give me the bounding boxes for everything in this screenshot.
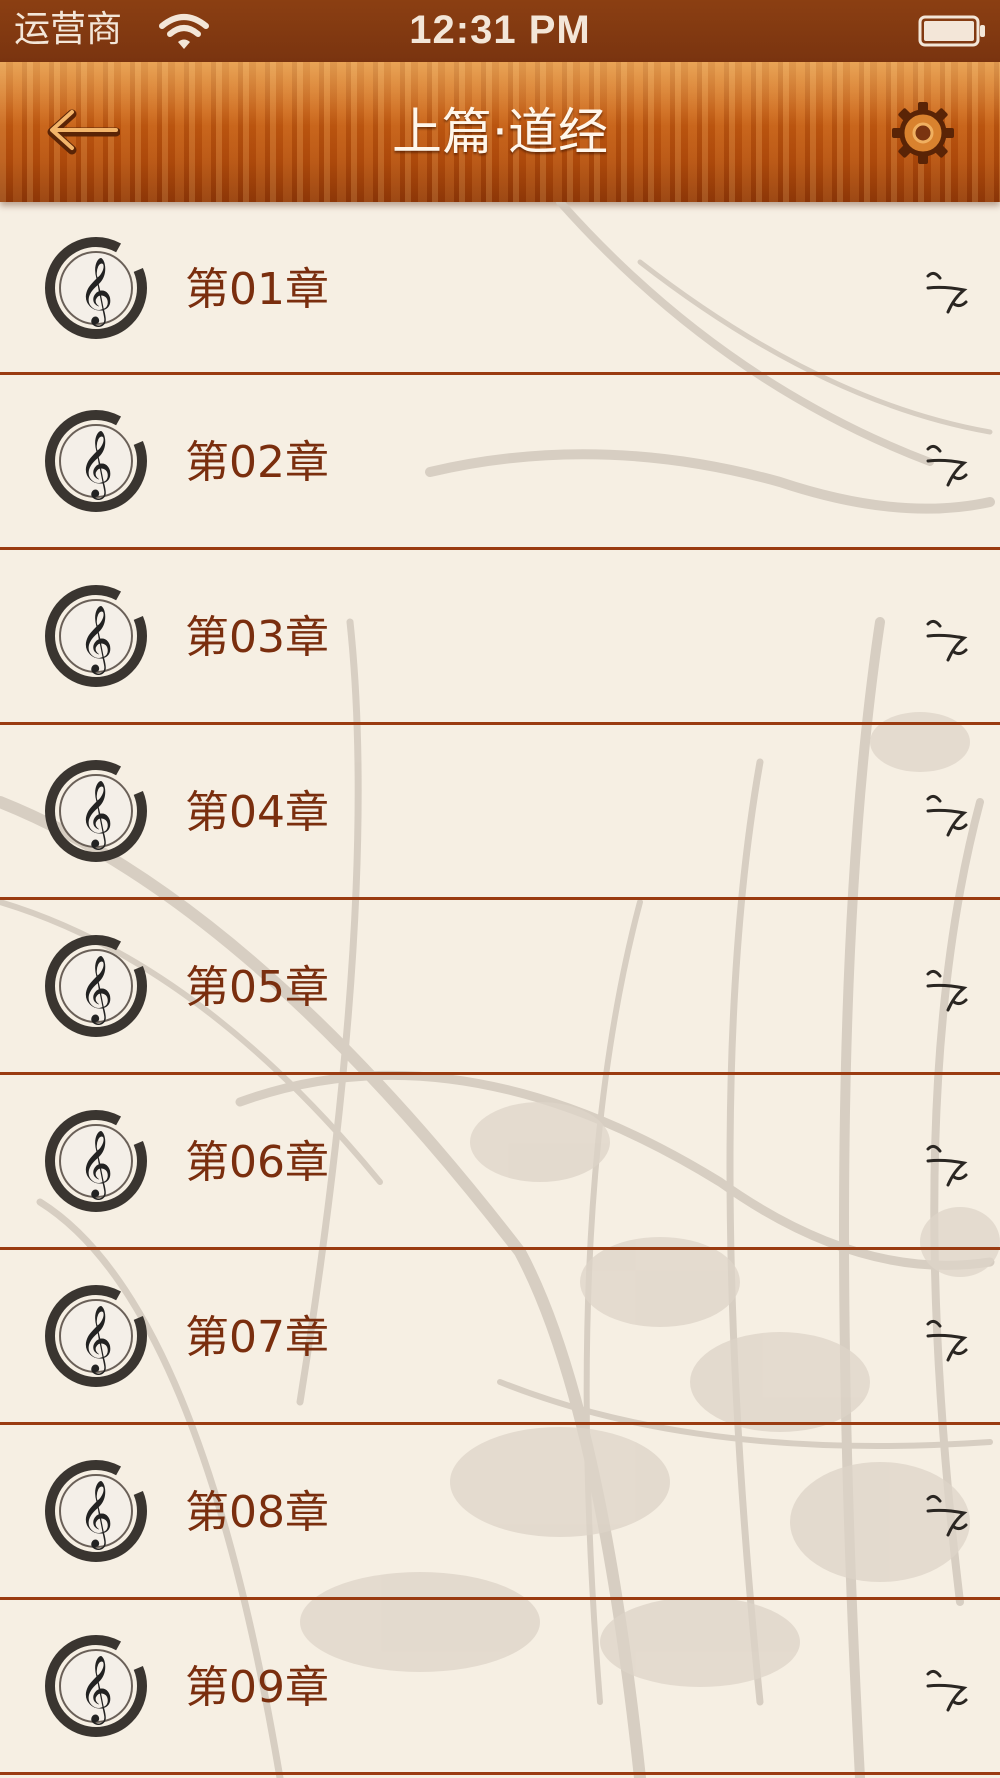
brush-arrow-icon	[926, 1144, 968, 1187]
svg-text:𝄞: 𝄞	[79, 1654, 113, 1725]
list-item[interactable]: 𝄞 第02章	[0, 375, 1000, 550]
music-disc-icon: 𝄞	[45, 760, 147, 862]
status-bar: 运营商 12:31 PM	[0, 0, 1000, 62]
svg-text:𝄞: 𝄞	[79, 1304, 113, 1375]
chapter-label: 第09章	[185, 1662, 329, 1713]
list-item[interactable]: 𝄞 第01章	[0, 202, 1000, 375]
battery-icon	[918, 15, 985, 47]
music-disc-icon: 𝄞	[45, 585, 147, 687]
chapter-label: 第05章	[185, 962, 329, 1013]
list-item[interactable]: 𝄞 第08章	[0, 1425, 1000, 1600]
page-title: 上篇·道经	[392, 103, 608, 161]
brush-arrow-icon	[926, 1669, 968, 1712]
brush-arrow-icon	[926, 1494, 968, 1537]
brush-arrow-icon	[926, 969, 968, 1012]
music-disc-icon: 𝄞	[45, 410, 147, 512]
music-disc-icon: 𝄞	[45, 1460, 147, 1562]
brush-arrow-icon	[926, 619, 968, 662]
chapter-label: 第08章	[185, 1487, 329, 1538]
clock-time: 12:31 PM	[409, 8, 591, 52]
list-item[interactable]: 𝄞 第09章	[0, 1600, 1000, 1775]
list-item[interactable]: 𝄞 第06章	[0, 1075, 1000, 1250]
list-item[interactable]: 𝄞 第07章	[0, 1250, 1000, 1425]
gear-icon[interactable]	[890, 100, 956, 166]
chapter-label: 第04章	[185, 787, 329, 838]
music-disc-icon: 𝄞	[45, 1285, 147, 1387]
svg-text:𝄞: 𝄞	[79, 1479, 113, 1550]
list-item[interactable]: 𝄞 第04章	[0, 725, 1000, 900]
svg-text:𝄞: 𝄞	[79, 604, 113, 675]
nav-bar: 上篇·道经	[0, 62, 1000, 202]
chapter-label: 第06章	[185, 1137, 329, 1188]
svg-text:𝄞: 𝄞	[79, 1129, 113, 1200]
chapter-label: 第02章	[185, 437, 329, 488]
list-item[interactable]: 𝄞 第03章	[0, 550, 1000, 725]
svg-text:𝄞: 𝄞	[79, 429, 113, 500]
brush-arrow-icon	[926, 1319, 968, 1362]
brush-arrow-icon	[926, 444, 968, 487]
music-disc-icon: 𝄞	[45, 1635, 147, 1737]
svg-text:𝄞: 𝄞	[79, 779, 113, 850]
music-disc-icon: 𝄞	[45, 935, 147, 1037]
chapter-label: 第01章	[185, 264, 329, 315]
chapter-label: 第07章	[185, 1312, 329, 1363]
music-disc-icon: 𝄞	[45, 1110, 147, 1212]
chapter-list: 𝄞 第01章 𝄞 第02章 𝄞 第03章 𝄞 第04章 𝄞 第05章 𝄞 第06…	[0, 202, 1000, 1775]
music-disc-icon: 𝄞	[45, 237, 147, 339]
brush-arrow-icon	[926, 794, 968, 837]
svg-text:𝄞: 𝄞	[79, 954, 113, 1025]
brush-arrow-icon	[926, 271, 968, 314]
list-item[interactable]: 𝄞 第05章	[0, 900, 1000, 1075]
chapter-label: 第03章	[185, 612, 329, 663]
svg-text:𝄞: 𝄞	[79, 256, 113, 327]
